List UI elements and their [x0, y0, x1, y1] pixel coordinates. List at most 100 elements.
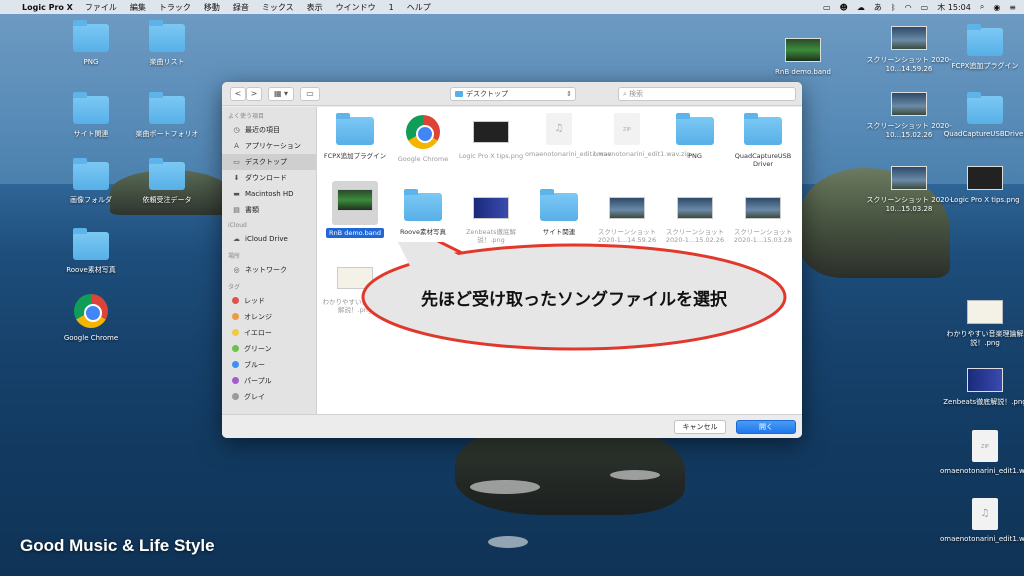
desktop-folder-quadcapture[interactable]: QuadCaptureUSBDriver [940, 92, 1024, 139]
sidebar-tag-gray[interactable]: グレイ [222, 389, 316, 405]
desktop-file-zenbeats[interactable]: Zenbeats徹底解説！.png [940, 368, 1024, 407]
menu-item-navigate[interactable]: 移動 [204, 2, 220, 13]
sidebar-tag-red[interactable]: レッド [222, 293, 316, 309]
folder-icon [404, 189, 442, 221]
file-item[interactable]: サイト関連 [525, 189, 593, 236]
file-item[interactable]: Zenbeats徹底解説！.png [457, 197, 525, 244]
sidebar-header-places: 場所 [228, 253, 241, 260]
tag-dot-icon [232, 329, 239, 336]
desktop-folder-fcpx[interactable]: FCPX追加プラグイン [940, 24, 1024, 71]
display-icon[interactable]: ▭ [823, 3, 831, 12]
search-input[interactable]: ⌕ 検索 [618, 87, 796, 101]
download-icon: ⬇ [233, 174, 240, 182]
sidebar-header-icloud: iCloud [228, 222, 247, 229]
sidebar-tag-blue[interactable]: ブルー [222, 357, 316, 373]
sidebar-item-applications[interactable]: A アプリケーション [222, 138, 316, 154]
sea-foam [488, 536, 528, 548]
input-method-icon[interactable]: あ [874, 2, 882, 13]
sidebar-item-desktop[interactable]: ▭ デスクトップ [222, 154, 316, 170]
sidebar-item-recents[interactable]: ◷ 最近の項目 [222, 122, 316, 138]
file-item[interactable]: Roove素材写真 [389, 189, 457, 236]
desktop-folder-song-list[interactable]: 楽曲リスト [122, 20, 212, 67]
wifi-icon[interactable]: ◠ [905, 3, 912, 12]
desktop-file-music-theory[interactable]: わかりやすい音楽理論解説！.png [940, 300, 1024, 348]
menu-item-track[interactable]: トラック [159, 2, 191, 13]
menu-clock[interactable]: 木 15:04 [937, 2, 971, 13]
battery-icon[interactable]: ▭ [921, 3, 929, 12]
clock-icon: ◷ [233, 126, 240, 134]
image-thumbnail-icon [891, 166, 927, 190]
file-item-selected[interactable]: RnB demo.band [321, 181, 389, 238]
desktop-folder-portfolio[interactable]: 楽曲ポートフォリオ [122, 92, 212, 139]
file-item[interactable]: ZIP omaenotonarini_edit1.wav.zip [593, 113, 690, 158]
bluetooth-icon[interactable]: ᛒ [891, 3, 896, 12]
dialog-toolbar: < > ▦ ▾ ▭ デスクトップ ⇕ ⌕ 検索 [222, 82, 802, 106]
desktop-file-logic-tips[interactable]: Logic Pro X tips.png [940, 166, 1024, 205]
folder-icon [73, 228, 109, 260]
new-folder-button[interactable]: ▭ [300, 87, 320, 101]
file-item[interactable]: FCPX追加プラグイン [321, 113, 389, 160]
sidebar-tag-yellow[interactable]: イエロー [222, 325, 316, 341]
menu-item-edit[interactable]: 編集 [130, 2, 146, 13]
cloud-icon: ☁ [233, 235, 240, 243]
image-thumbnail-icon [473, 121, 509, 143]
image-thumbnail-icon [609, 197, 645, 219]
disk-icon: ▬ [233, 190, 240, 198]
file-item[interactable]: スクリーンショット 2020-1...14.59.26 [593, 197, 661, 244]
tag-dot-icon [232, 313, 239, 320]
view-mode-button[interactable]: ▦ ▾ [268, 87, 294, 101]
folder-icon [967, 24, 1003, 56]
folder-icon [676, 113, 714, 145]
menu-app-name[interactable]: Logic Pro X [22, 3, 73, 12]
siri-icon[interactable]: ◉ [993, 3, 1000, 12]
file-item[interactable]: ♫ omaenotonarini_edit1.wav [525, 113, 612, 158]
menu-item-view[interactable]: 表示 [307, 2, 323, 13]
sidebar-tag-purple[interactable]: パープル [222, 373, 316, 389]
file-item[interactable]: スクリーンショット 2020-1...15.02.26 [661, 197, 729, 244]
desktop-file-wav[interactable]: ♫ omaenotonarini_edit1.wav [940, 498, 1024, 544]
folder-icon [744, 113, 782, 145]
menu-item-help[interactable]: ヘルプ [407, 2, 431, 13]
menu-item-record[interactable]: 録音 [233, 2, 249, 13]
folder-icon [149, 158, 185, 190]
open-button[interactable]: 開く [736, 420, 796, 434]
sidebar-tag-orange[interactable]: オレンジ [222, 309, 316, 325]
location-popup[interactable]: デスクトップ ⇕ [450, 87, 576, 101]
menu-item-mix[interactable]: ミックス [262, 2, 294, 13]
cancel-button[interactable]: キャンセル [674, 420, 726, 434]
menu-item-window[interactable]: ウインドウ [336, 2, 376, 13]
sidebar-tag-green[interactable]: グリーン [222, 341, 316, 357]
menu-item-1[interactable]: 1 [389, 3, 394, 12]
desktop-file-wav-zip[interactable]: ZIPomaenotonarini_edit1.wav.zip [940, 430, 1024, 476]
sidebar-item-documents[interactable]: ▤ 書類 [222, 202, 316, 218]
file-item[interactable]: PNG [661, 113, 729, 160]
file-item[interactable]: スクリーンショット 2020-1...15.03.28 [729, 197, 797, 244]
file-item[interactable]: Google Chrome [389, 115, 457, 163]
menu-bar: Logic Pro X ファイル 編集 トラック 移動 録音 ミックス 表示 ウ… [0, 0, 1024, 14]
menu-item-file[interactable]: ファイル [85, 2, 117, 13]
desktop-folder-orders[interactable]: 依頼受注データ [122, 158, 212, 205]
file-item[interactable]: Logic Pro X tips.png [457, 121, 525, 160]
folder-outline-icon: ▭ [306, 89, 314, 98]
dialog-sidebar: よく使う項目 ◷ 最近の項目 A アプリケーション ▭ デスクトップ ⬇ ダウンロード … [222, 107, 317, 414]
back-button[interactable]: < [230, 87, 246, 101]
sidebar-item-macintosh-hd[interactable]: ▬ Macintosh HD [222, 186, 316, 202]
user-icon[interactable]: ☻ [840, 3, 848, 12]
sidebar-item-network[interactable]: ◎ ネットワーク [222, 262, 316, 278]
file-item[interactable]: QuadCaptureUSB Driver [729, 113, 797, 168]
tag-dot-icon [232, 393, 239, 400]
notification-center-icon[interactable]: ≡ [1009, 3, 1016, 12]
desktop-app-chrome[interactable]: Google Chrome [46, 294, 136, 343]
cloud-icon[interactable]: ☁ [857, 3, 865, 12]
forward-button[interactable]: > [246, 87, 262, 101]
sidebar-item-downloads[interactable]: ⬇ ダウンロード [222, 170, 316, 186]
chrome-icon [74, 294, 108, 328]
desktop-folder-roove[interactable]: Roove素材写真 [46, 228, 136, 275]
desktop-file-rnb-band[interactable]: RnB demo.band [758, 38, 848, 77]
sidebar-item-icloud-drive[interactable]: ☁ iCloud Drive [222, 231, 316, 247]
desktop-icon: ▭ [233, 158, 240, 166]
folder-icon [455, 91, 463, 97]
band-file-icon [337, 189, 373, 211]
spotlight-icon[interactable]: ⌕ [980, 2, 984, 12]
folder-icon [73, 20, 109, 52]
